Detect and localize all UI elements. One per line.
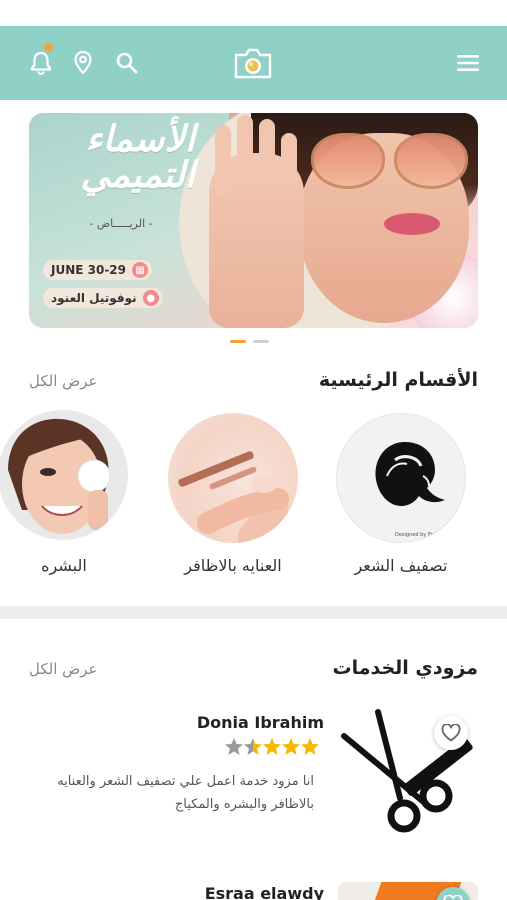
category-label: العنايه بالاظافر: [184, 556, 282, 575]
rating-stars: [225, 738, 319, 755]
category-hair-styling[interactable]: Designed by Freepik: [336, 413, 466, 543]
banner-venue: نوفوتيل العنود: [51, 291, 137, 305]
promo-banner[interactable]: الأسماء التميمي - الريـــــاض - JUNE 30-…: [29, 113, 478, 328]
provider-description: انا مزود خدمة اعمل علي تصفيف الشعر والعن…: [57, 774, 314, 812]
skin-care-model-image: [8, 418, 111, 534]
category-nail-care[interactable]: [168, 413, 298, 543]
categories-see-all-link[interactable]: عرض الكل: [29, 372, 98, 390]
sunglasses-lens-right: [394, 133, 468, 189]
providers-see-all-link[interactable]: عرض الكل: [29, 660, 98, 678]
provider-name: Donia Ibrahim: [196, 713, 324, 732]
heart-icon: [441, 724, 461, 742]
calendar-icon: ▦: [132, 262, 149, 278]
banner-venue-pill: نوفوتيل العنود ●: [43, 288, 163, 308]
hamburger-menu-icon[interactable]: [455, 26, 481, 100]
banner-title: الأسماء التميمي: [80, 118, 195, 196]
category-skin-care[interactable]: [0, 410, 128, 540]
providers-title: مزودي الخدمات: [332, 657, 478, 679]
camera-logo-icon[interactable]: [231, 26, 275, 100]
bell-icon[interactable]: [28, 26, 54, 100]
carousel-indicator: [0, 340, 507, 344]
carousel-dot-active[interactable]: [230, 340, 246, 343]
notification-badge: [44, 43, 53, 52]
section-divider: [0, 606, 507, 619]
category-label: البشره: [41, 556, 87, 575]
banner-city: - الريـــــاض -: [89, 217, 153, 230]
favorite-heart-button[interactable]: [434, 716, 468, 750]
provider-rating: [224, 737, 324, 762]
status-bar: [0, 0, 507, 26]
carousel-dot[interactable]: [253, 340, 269, 343]
svg-text:Designed by Freepik: Designed by Freepik: [395, 532, 446, 538]
app-bar: [0, 26, 507, 100]
banner-date-pill: JUNE 30-29 ▦: [43, 260, 153, 280]
category-label: تصفيف الشعر: [354, 556, 448, 575]
search-icon[interactable]: [114, 26, 140, 100]
heart-icon: [443, 895, 463, 900]
banner-date: JUNE 30-29: [51, 263, 127, 277]
location-pin-icon: ●: [142, 290, 159, 306]
hair-silhouette-icon: Designed by Freepik: [375, 442, 446, 538]
categories-title: الأقسام الرئيسية: [318, 369, 478, 391]
nail-tool-image: [178, 451, 289, 543]
provider-name: Esraa elawdy: [204, 884, 324, 900]
sunglasses-lens-left: [311, 133, 385, 189]
location-pin-icon[interactable]: [72, 26, 94, 100]
